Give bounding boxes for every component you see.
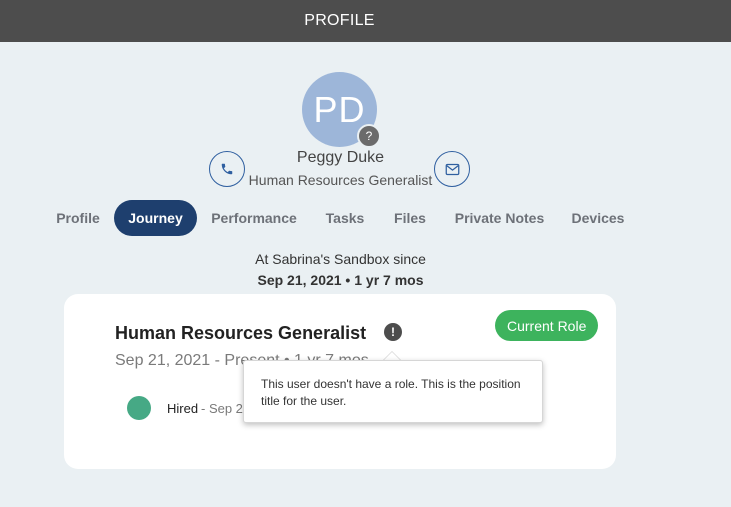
user-position-title: Human Resources Generalist bbox=[248, 172, 433, 188]
tooltip-text: This user doesn't have a role. This is t… bbox=[261, 377, 521, 408]
current-role-badge: Current Role bbox=[495, 310, 599, 341]
tab-journey[interactable]: Journey bbox=[114, 200, 197, 236]
page-title: PROFILE bbox=[304, 12, 375, 29]
top-header-bar: PROFILE bbox=[0, 0, 731, 42]
tab-profile[interactable]: Profile bbox=[50, 200, 106, 236]
tab-files[interactable]: Files bbox=[386, 200, 434, 236]
tab-private-notes[interactable]: Private Notes bbox=[449, 200, 550, 236]
tab-performance[interactable]: Performance bbox=[205, 200, 303, 236]
timeline-event-date: - Sep 21, 2021 bbox=[201, 401, 246, 416]
role-tooltip: This user doesn't have a role. This is t… bbox=[243, 360, 543, 423]
tab-devices[interactable]: Devices bbox=[564, 200, 632, 236]
info-icon[interactable]: ! bbox=[384, 323, 402, 341]
user-name: Peggy Duke bbox=[296, 149, 385, 166]
timeline-dot-icon bbox=[127, 396, 151, 420]
role-title: Human Resources Generalist bbox=[115, 323, 367, 343]
avatar-initials: PD bbox=[313, 88, 366, 130]
tab-tasks[interactable]: Tasks bbox=[318, 200, 372, 236]
profile-tabs: Profile Journey Performance Tasks Files … bbox=[0, 200, 731, 236]
question-icon: ? bbox=[365, 129, 373, 143]
tenure-date: Sep 21, 2021 • 1 yr 7 mos bbox=[257, 272, 424, 288]
avatar-help-badge[interactable]: ? bbox=[357, 124, 381, 148]
exclamation-icon: ! bbox=[391, 325, 395, 339]
tenure-label: At Sabrina's Sandbox since bbox=[255, 251, 426, 267]
timeline-event-label: Hired bbox=[167, 401, 199, 416]
